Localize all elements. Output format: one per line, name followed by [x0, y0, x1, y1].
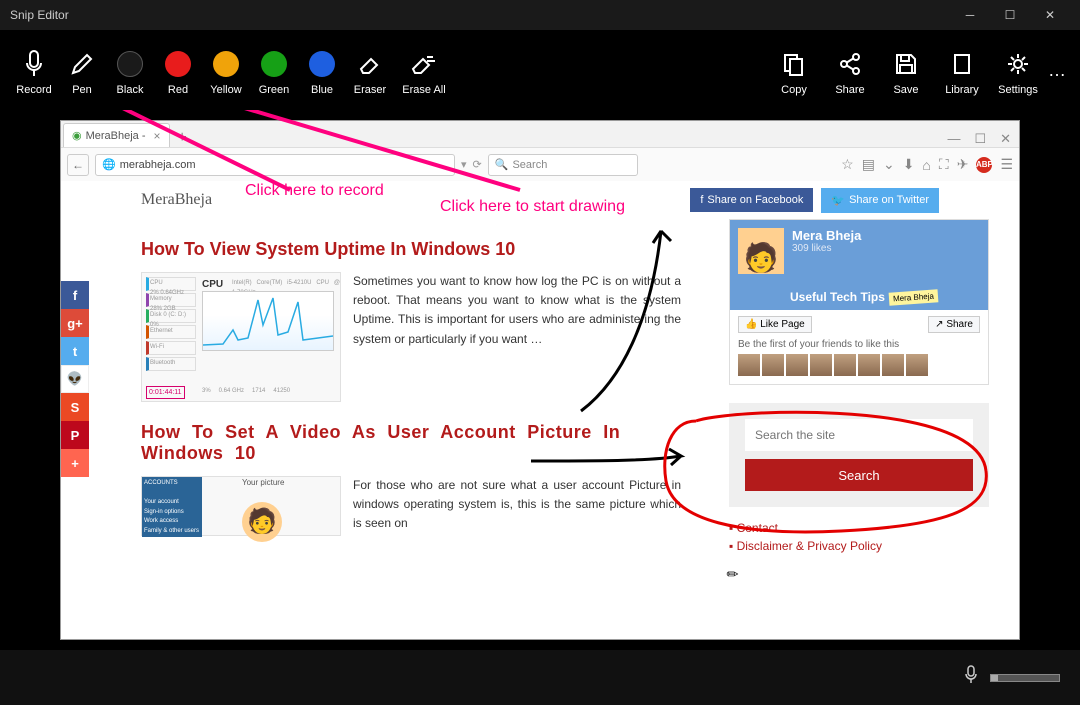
page-content: MeraBheja fShare on Facebook 🐦Share on T… — [61, 181, 1019, 640]
settings-button[interactable]: Settings — [990, 35, 1046, 105]
disclaimer-link[interactable]: Disclaimer & Privacy Policy — [729, 539, 989, 553]
download-icon[interactable]: ⬇ — [903, 156, 915, 173]
more-share-icon[interactable]: + — [61, 449, 89, 477]
microphone-icon — [24, 44, 44, 84]
share-icon — [837, 44, 863, 84]
fb-page-avatar: 🧑 — [738, 228, 784, 274]
facebook-widget: 🧑 Mera Bheja 309 likes Useful Tech Tips … — [729, 219, 989, 385]
menu-icon[interactable]: ☰ — [1000, 156, 1013, 173]
fb-friends-row — [738, 354, 980, 376]
twitter-share-icon[interactable]: t — [61, 337, 89, 365]
edit-pencil-icon: ✎ — [723, 564, 743, 584]
green-color-dot — [261, 51, 287, 77]
article-thumbnail: CPU2% 0.64GHz Memory28% 2GB Disk 0 (C: D… — [141, 272, 341, 402]
share-facebook-button[interactable]: fShare on Facebook — [690, 188, 813, 212]
canvas-area[interactable]: ◉ MeraBheja - × + — ☐ ✕ ← 🌐 merabheja.co… — [0, 110, 1080, 650]
article-thumbnail: ACCOUNTSYour accountSign-in optionsWork … — [141, 476, 341, 536]
gplus-share-icon[interactable]: g+ — [61, 309, 89, 337]
title-bar: Snip Editor ─ ☐ ✕ — [0, 0, 1080, 30]
eraser-button[interactable]: Eraser — [346, 35, 394, 105]
save-button[interactable]: Save — [878, 35, 934, 105]
yellow-color-dot — [213, 51, 239, 77]
library-button[interactable]: Library — [934, 35, 990, 105]
pen-icon — [69, 44, 95, 84]
sidebar-column: 🧑 Mera Bheja 309 likes Useful Tech Tips … — [729, 219, 989, 557]
tab-close-icon[interactable]: × — [154, 129, 161, 143]
minimize-button[interactable]: ─ — [950, 0, 990, 30]
search-widget: Search — [729, 403, 989, 507]
facebook-share-icon[interactable]: f — [61, 281, 89, 309]
browser-max-icon[interactable]: ☐ — [974, 131, 986, 147]
site-title: MeraBheja — [141, 191, 212, 209]
list-icon[interactable]: ▤ — [862, 156, 875, 173]
maximize-button[interactable]: ☐ — [990, 0, 1030, 30]
pinterest-share-icon[interactable]: P — [61, 421, 89, 449]
contact-link[interactable]: Contact — [729, 521, 989, 535]
toolbar: Record Pen Black Red Yellow Green Blue E… — [0, 30, 1080, 110]
color-yellow-button[interactable]: Yellow — [202, 35, 250, 105]
fb-like-button[interactable]: 👍 Like Page — [738, 316, 812, 333]
window-title: Snip Editor — [10, 8, 69, 22]
adblock-icon[interactable]: ABP — [976, 157, 992, 173]
color-red-button[interactable]: Red — [154, 35, 202, 105]
status-bar — [0, 650, 1080, 705]
ellipsis-icon: … — [1048, 50, 1068, 90]
record-button[interactable]: Record — [10, 35, 58, 105]
search-icon: 🔍 — [495, 158, 509, 171]
erase-all-icon — [409, 44, 439, 84]
share-button[interactable]: Share — [822, 35, 878, 105]
back-button[interactable]: ← — [67, 154, 89, 176]
article-excerpt: Sometimes you want to know how log the P… — [353, 272, 681, 402]
status-microphone-icon[interactable] — [964, 665, 978, 690]
color-blue-button[interactable]: Blue — [298, 35, 346, 105]
red-color-dot — [165, 51, 191, 77]
article-title[interactable]: How To View System Uptime In Windows 10 — [141, 239, 681, 260]
browser-tab[interactable]: ◉ MeraBheja - × — [63, 123, 170, 147]
new-tab-button[interactable]: + — [170, 129, 195, 147]
stumble-share-icon[interactable]: S — [61, 393, 89, 421]
star-icon[interactable]: ☆ — [841, 156, 854, 173]
home-icon[interactable]: ⌂ — [922, 157, 930, 173]
pen-button[interactable]: Pen — [58, 35, 106, 105]
screenshot-content: ◉ MeraBheja - × + — ☐ ✕ ← 🌐 merabheja.co… — [60, 120, 1020, 640]
article-excerpt: For those who are not sure what a user a… — [353, 476, 681, 536]
url-bar[interactable]: 🌐 merabheja.com — [95, 154, 455, 176]
site-search-input[interactable] — [745, 419, 973, 451]
fb-page-name[interactable]: Mera Bheja — [792, 228, 861, 243]
black-color-dot — [117, 51, 143, 77]
fullscreen-icon[interactable]: ⛶ — [939, 156, 949, 173]
eraser-icon — [357, 44, 383, 84]
share-twitter-button[interactable]: 🐦Share on Twitter — [821, 188, 939, 213]
browser-chrome: ◉ MeraBheja - × + — ☐ ✕ ← 🌐 merabheja.co… — [61, 121, 1019, 181]
close-button[interactable]: ✕ — [1030, 0, 1070, 30]
copy-icon — [781, 44, 807, 84]
library-icon — [949, 44, 975, 84]
erase-all-button[interactable]: Erase All — [394, 35, 454, 105]
send-icon[interactable]: ✈ — [957, 156, 969, 173]
blue-color-dot — [309, 51, 335, 77]
more-button[interactable]: … — [1046, 35, 1070, 105]
color-green-button[interactable]: Green — [250, 35, 298, 105]
volume-bar[interactable] — [990, 674, 1060, 682]
browser-close-icon[interactable]: ✕ — [1000, 131, 1011, 147]
copy-button[interactable]: Copy — [766, 35, 822, 105]
reddit-share-icon[interactable]: 👽 — [61, 365, 89, 393]
main-column: How To View System Uptime In Windows 10 … — [141, 219, 681, 557]
color-black-button[interactable]: Black — [106, 35, 154, 105]
save-icon — [893, 44, 919, 84]
pocket-icon[interactable]: ⌄ — [883, 156, 895, 173]
site-search-button[interactable]: Search — [745, 459, 973, 491]
footer-links: Contact Disclaimer & Privacy Policy — [729, 521, 989, 553]
social-sidebar: f g+ t 👽 S P + — [61, 281, 89, 477]
fb-share-button[interactable]: ↗ Share — [928, 316, 980, 333]
gear-icon — [1005, 44, 1031, 84]
browser-search-box[interactable]: 🔍 Search — [488, 154, 638, 176]
browser-min-icon[interactable]: — — [947, 131, 960, 147]
article-title[interactable]: How To Set A Video As User Account Pictu… — [141, 422, 681, 464]
